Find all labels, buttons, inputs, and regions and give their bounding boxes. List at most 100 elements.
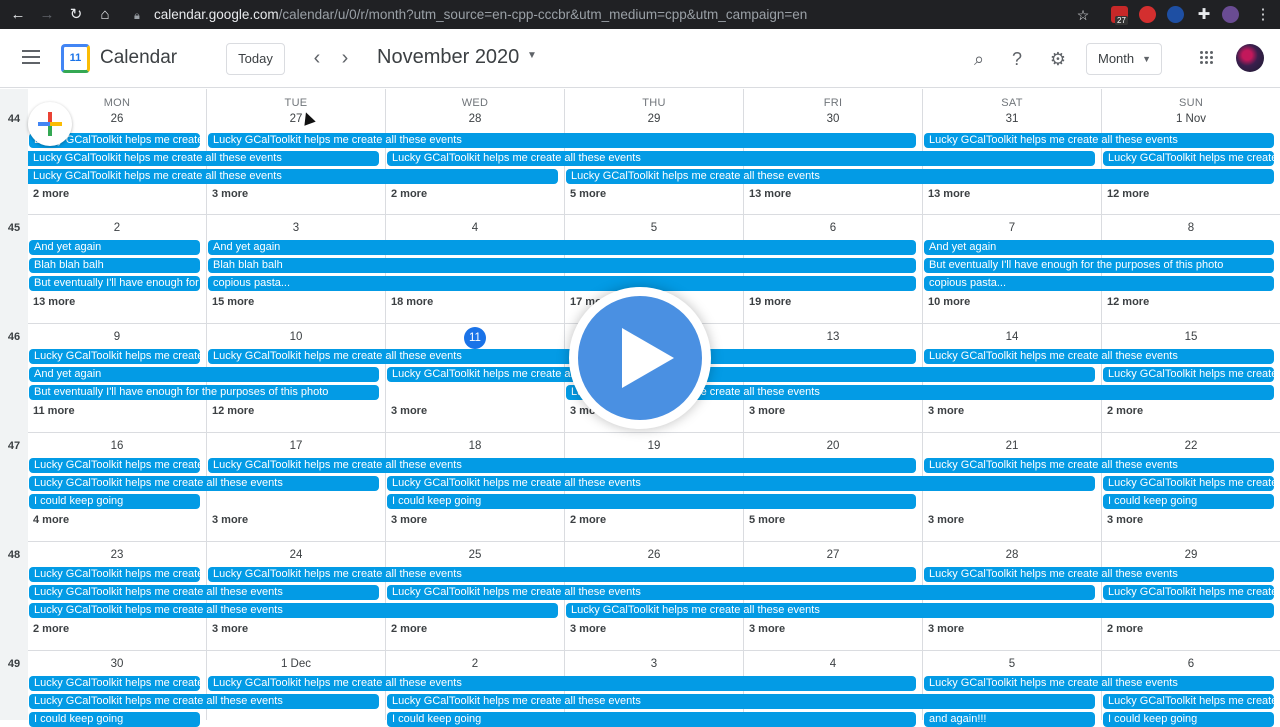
day-number[interactable]: 24 <box>207 549 385 561</box>
event-chip[interactable]: Lucky GCalToolkit helps me create all th… <box>924 676 1274 691</box>
more-events-link[interactable]: 3 more <box>928 623 964 635</box>
event-chip[interactable]: And yet again <box>208 240 916 255</box>
day-number[interactable]: 23 <box>28 549 206 561</box>
event-chip[interactable]: Lucky GCalToolkit helps me create all th… <box>208 458 916 473</box>
more-events-link[interactable]: 3 more <box>212 188 248 200</box>
week-number[interactable]: 49 <box>0 658 28 670</box>
day-number[interactable]: 2 <box>28 222 206 234</box>
address-bar[interactable]: 🔒︎ calendar.google.com/calendar/u/0/r/mon… <box>124 4 1098 25</box>
event-chip[interactable]: Lucky GCalToolkit helps me create all th… <box>29 567 200 582</box>
more-events-link[interactable]: 2 more <box>391 188 427 200</box>
more-events-link[interactable]: 5 more <box>570 188 606 200</box>
event-chip[interactable]: Lucky GCalToolkit helps me create all th… <box>387 151 1095 166</box>
day-number[interactable]: 28 <box>386 113 564 125</box>
event-chip[interactable]: But eventually I'll have enough for the … <box>29 276 200 291</box>
more-events-link[interactable]: 4 more <box>33 514 69 526</box>
apps-grid-icon[interactable] <box>1200 51 1214 65</box>
more-events-link[interactable]: 3 more <box>212 623 248 635</box>
event-chip[interactable]: I could keep going <box>387 494 916 509</box>
day-number[interactable]: 26 <box>565 549 743 561</box>
create-event-button[interactable] <box>28 102 72 146</box>
event-chip[interactable]: Lucky GCalToolkit helps me create all th… <box>29 676 200 691</box>
more-events-link[interactable]: 2 more <box>570 514 606 526</box>
day-number[interactable]: 30 <box>744 113 922 125</box>
back-icon[interactable]: ← <box>8 5 28 25</box>
week-number[interactable]: 46 <box>0 331 28 343</box>
day-number[interactable]: 6 <box>1102 658 1280 670</box>
more-events-link[interactable]: 3 more <box>928 405 964 417</box>
day-number[interactable]: 11 <box>386 327 564 349</box>
main-menu-icon[interactable] <box>22 50 40 64</box>
day-number[interactable]: 29 <box>1102 549 1280 561</box>
week-number[interactable]: 47 <box>0 440 28 452</box>
reload-icon[interactable]: ↻ <box>66 5 86 25</box>
event-chip[interactable]: Lucky GCalToolkit helps me create all th… <box>924 458 1274 473</box>
more-events-link[interactable]: 3 more <box>749 405 785 417</box>
event-chip[interactable]: Lucky GCalToolkit helps me create all th… <box>28 169 558 184</box>
search-icon[interactable]: ⌕ <box>967 47 991 71</box>
more-events-link[interactable]: 19 more <box>749 296 791 308</box>
more-events-link[interactable]: 13 more <box>33 296 75 308</box>
day-number[interactable]: 6 <box>744 222 922 234</box>
day-number[interactable]: 21 <box>923 440 1101 452</box>
more-vert-icon[interactable]: ⋮ <box>1253 5 1273 25</box>
more-events-link[interactable]: 2 more <box>1107 405 1143 417</box>
event-chip[interactable]: Lucky GCalToolkit helps me create all th… <box>1103 151 1274 166</box>
more-events-link[interactable]: 15 more <box>212 296 254 308</box>
video-play-button[interactable] <box>569 287 711 429</box>
day-number[interactable]: 2 <box>386 658 564 670</box>
more-events-link[interactable]: 12 more <box>212 405 254 417</box>
more-events-link[interactable]: 10 more <box>928 296 970 308</box>
day-number[interactable]: 4 <box>744 658 922 670</box>
event-chip[interactable]: And yet again <box>29 240 200 255</box>
day-number[interactable]: 3 <box>207 222 385 234</box>
day-number[interactable]: 19 <box>565 440 743 452</box>
home-icon[interactable]: ⌂ <box>95 5 115 25</box>
more-events-link[interactable]: 13 more <box>749 188 791 200</box>
more-events-link[interactable]: 3 more <box>212 514 248 526</box>
event-chip[interactable]: Lucky GCalToolkit helps me create all th… <box>1103 367 1274 382</box>
event-chip[interactable]: I could keep going <box>29 494 200 509</box>
profile-icon[interactable] <box>1222 6 1239 23</box>
account-avatar[interactable] <box>1236 44 1264 72</box>
week-number[interactable]: 44 <box>0 113 28 125</box>
view-selector[interactable]: Month ▼ <box>1086 43 1162 75</box>
forward-icon[interactable]: → <box>37 5 57 25</box>
day-number[interactable]: 15 <box>1102 331 1280 343</box>
event-chip[interactable]: Lucky GCalToolkit helps me create all th… <box>28 151 379 166</box>
more-events-link[interactable]: 2 more <box>1107 623 1143 635</box>
month-dropdown-icon[interactable]: ▼ <box>527 50 537 61</box>
day-number[interactable]: 5 <box>923 658 1101 670</box>
event-chip[interactable]: Lucky GCalToolkit helps me create all th… <box>208 676 916 691</box>
more-events-link[interactable]: 2 more <box>33 188 69 200</box>
day-number[interactable]: 28 <box>923 549 1101 561</box>
more-events-link[interactable]: 18 more <box>391 296 433 308</box>
day-number[interactable]: 30 <box>28 658 206 670</box>
more-events-link[interactable]: 13 more <box>928 188 970 200</box>
more-events-link[interactable]: 3 more <box>749 623 785 635</box>
extension-icon[interactable] <box>1139 6 1156 23</box>
event-chip[interactable]: But eventually I'll have enough for the … <box>29 385 379 400</box>
event-chip[interactable]: Lucky GCalToolkit helps me create all th… <box>208 133 916 148</box>
settings-gear-icon[interactable]: ⚙ <box>1046 47 1070 71</box>
event-chip[interactable]: Lucky GCalToolkit helps me create all th… <box>29 585 379 600</box>
day-number[interactable]: 7 <box>923 222 1101 234</box>
day-number[interactable]: 10 <box>207 331 385 343</box>
event-chip[interactable]: Lucky GCalToolkit helps me create all th… <box>924 133 1274 148</box>
week-number[interactable]: 45 <box>0 222 28 234</box>
event-chip[interactable]: Lucky GCalToolkit helps me create all th… <box>566 169 1274 184</box>
more-events-link[interactable]: 3 more <box>1107 514 1143 526</box>
day-number[interactable]: 14 <box>923 331 1101 343</box>
day-number[interactable]: 27 <box>207 113 385 125</box>
day-number[interactable]: 29 <box>565 113 743 125</box>
day-number[interactable]: 13 <box>744 331 922 343</box>
day-number[interactable]: 8 <box>1102 222 1280 234</box>
event-chip[interactable]: copious pasta... <box>208 276 916 291</box>
day-number[interactable]: 4 <box>386 222 564 234</box>
day-number[interactable]: 27 <box>744 549 922 561</box>
event-chip[interactable]: Lucky GCalToolkit helps me create all th… <box>387 367 1095 382</box>
day-number[interactable]: 17 <box>207 440 385 452</box>
today-button[interactable]: Today <box>226 43 285 75</box>
day-number[interactable]: 1 Nov <box>1102 113 1280 125</box>
more-events-link[interactable]: 12 more <box>1107 188 1149 200</box>
